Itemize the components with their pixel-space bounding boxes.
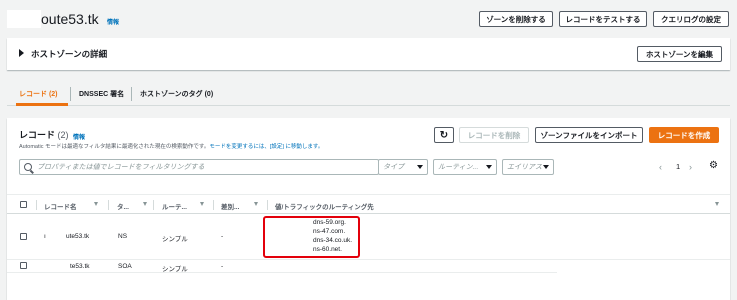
record-routing: シンプル — [162, 236, 188, 243]
record-diff: - — [221, 263, 224, 270]
search-input[interactable]: プロパティまたは値でレコードをフィルタリングする — [19, 159, 379, 175]
edit-hosted-zone-button[interactable]: ホストゾーンを編集 — [637, 46, 722, 62]
routing-filter-label: ルーティン... — [438, 164, 479, 171]
gear-icon[interactable]: ⚙ — [709, 160, 718, 171]
test-record-button[interactable]: レコードをテストする — [559, 11, 647, 27]
column-divider — [267, 200, 268, 210]
chevron-down-icon — [486, 165, 492, 169]
sort-icon[interactable] — [254, 202, 258, 206]
chevron-down-icon — [543, 165, 549, 169]
page-title: oute53.tk — [41, 11, 99, 27]
alias-filter-select[interactable]: エイリアス — [502, 159, 554, 175]
tab-records[interactable]: レコード (2) — [19, 89, 58, 99]
type-filter-label: タイプ — [383, 164, 404, 171]
column-divider — [108, 200, 109, 210]
delete-zone-button[interactable]: ゾーンを削除する — [479, 11, 553, 27]
create-record-button[interactable]: レコードを作成 — [649, 127, 719, 143]
refresh-icon: ↻ — [439, 129, 449, 141]
active-tab-indicator — [16, 103, 68, 106]
select-all-checkbox[interactable] — [20, 201, 27, 208]
table-header: レコード名 タ... ルーテ... 差別... 値/トラフィックのルーティング先 — [7, 194, 730, 214]
annotation-highlight-box — [263, 216, 360, 258]
records-description-text: Automatic モードは最適なフィルタ結果に最適化された現在の検索動作です。 — [19, 144, 210, 150]
records-title: レコード (2) — [19, 128, 69, 141]
tab-divider — [70, 87, 71, 101]
hosted-zone-details-panel: ホストゾーンの詳細 ホストゾーンを編集 — [7, 38, 730, 70]
next-page-icon[interactable]: › — [689, 162, 692, 172]
title-info-link[interactable]: 情報 — [107, 17, 119, 26]
refresh-button[interactable]: ↻ — [434, 127, 454, 143]
sort-icon[interactable] — [143, 202, 147, 206]
record-name-prefix: ı — [44, 233, 46, 240]
records-count: (2) — [57, 130, 69, 140]
import-zone-file-button[interactable]: ゾーンファイルをインポート — [535, 127, 643, 143]
record-name: ute53.tk — [66, 233, 90, 240]
alias-filter-label: エイリアス — [507, 164, 542, 171]
column-divider — [153, 200, 154, 210]
caret-right-icon[interactable] — [19, 49, 24, 57]
search-placeholder: プロパティまたは値でレコードをフィルタリングする — [37, 164, 205, 171]
column-header-name[interactable]: レコード名 — [44, 201, 77, 211]
records-title-text: レコード — [19, 130, 56, 140]
row-checkbox[interactable] — [20, 233, 27, 240]
sort-icon[interactable] — [94, 202, 98, 206]
column-header-diff[interactable]: 差別... — [221, 201, 239, 211]
title-mask — [7, 10, 41, 28]
search-icon — [24, 163, 32, 171]
type-filter-select[interactable]: タイプ — [378, 159, 428, 175]
tab-bar: レコード (2) DNSSEC 署名 ホストゾーンのタグ (0) — [7, 82, 730, 106]
tab-dnssec[interactable]: DNSSEC 署名 — [79, 89, 124, 99]
record-type: NS — [118, 233, 128, 240]
column-divider — [36, 200, 37, 210]
column-header-value[interactable]: 値/トラフィックのルーティング先 — [275, 201, 374, 211]
tab-tags[interactable]: ホストゾーンのタグ (0) — [140, 89, 213, 99]
column-header-routing[interactable]: ルーテ... — [162, 201, 187, 211]
page-number[interactable]: 1 — [676, 162, 680, 171]
table-row[interactable]: ı ute53.tk NS シンプル - dns-59.org. ns-47.c… — [7, 214, 730, 260]
delete-record-button[interactable]: レコードを削除 — [459, 127, 529, 143]
column-divider — [213, 200, 214, 210]
record-name: te53.tk — [70, 263, 90, 270]
chevron-down-icon — [417, 165, 423, 169]
record-routing: シンプル — [162, 266, 188, 273]
record-diff: - — [221, 233, 224, 240]
prev-page-icon[interactable]: ‹ — [659, 162, 662, 172]
hosted-zone-details-title[interactable]: ホストゾーンの詳細 — [31, 48, 107, 60]
settings-link[interactable]: モードを変更するには、[設定] に移動します。 — [209, 144, 323, 150]
column-header-type[interactable]: タ... — [117, 201, 129, 211]
records-info-link[interactable]: 情報 — [73, 132, 85, 141]
query-log-button[interactable]: クエリログの設定 — [653, 11, 729, 27]
record-type: SOA — [118, 263, 132, 270]
row-checkbox[interactable] — [20, 262, 27, 269]
routing-filter-select[interactable]: ルーティン... — [433, 159, 497, 175]
records-description: Automatic モードは最適なフィルタ結果に最適化された現在の検索動作です。… — [19, 142, 323, 150]
records-container: レコード (2) 情報 Automatic モードは最適なフィルタ結果に最適化さ… — [7, 118, 730, 300]
sort-icon[interactable] — [200, 202, 204, 206]
tab-divider — [131, 87, 132, 101]
sort-icon[interactable] — [715, 202, 719, 206]
table-row[interactable]: te53.tk SOA シンプル - — [7, 261, 557, 273]
